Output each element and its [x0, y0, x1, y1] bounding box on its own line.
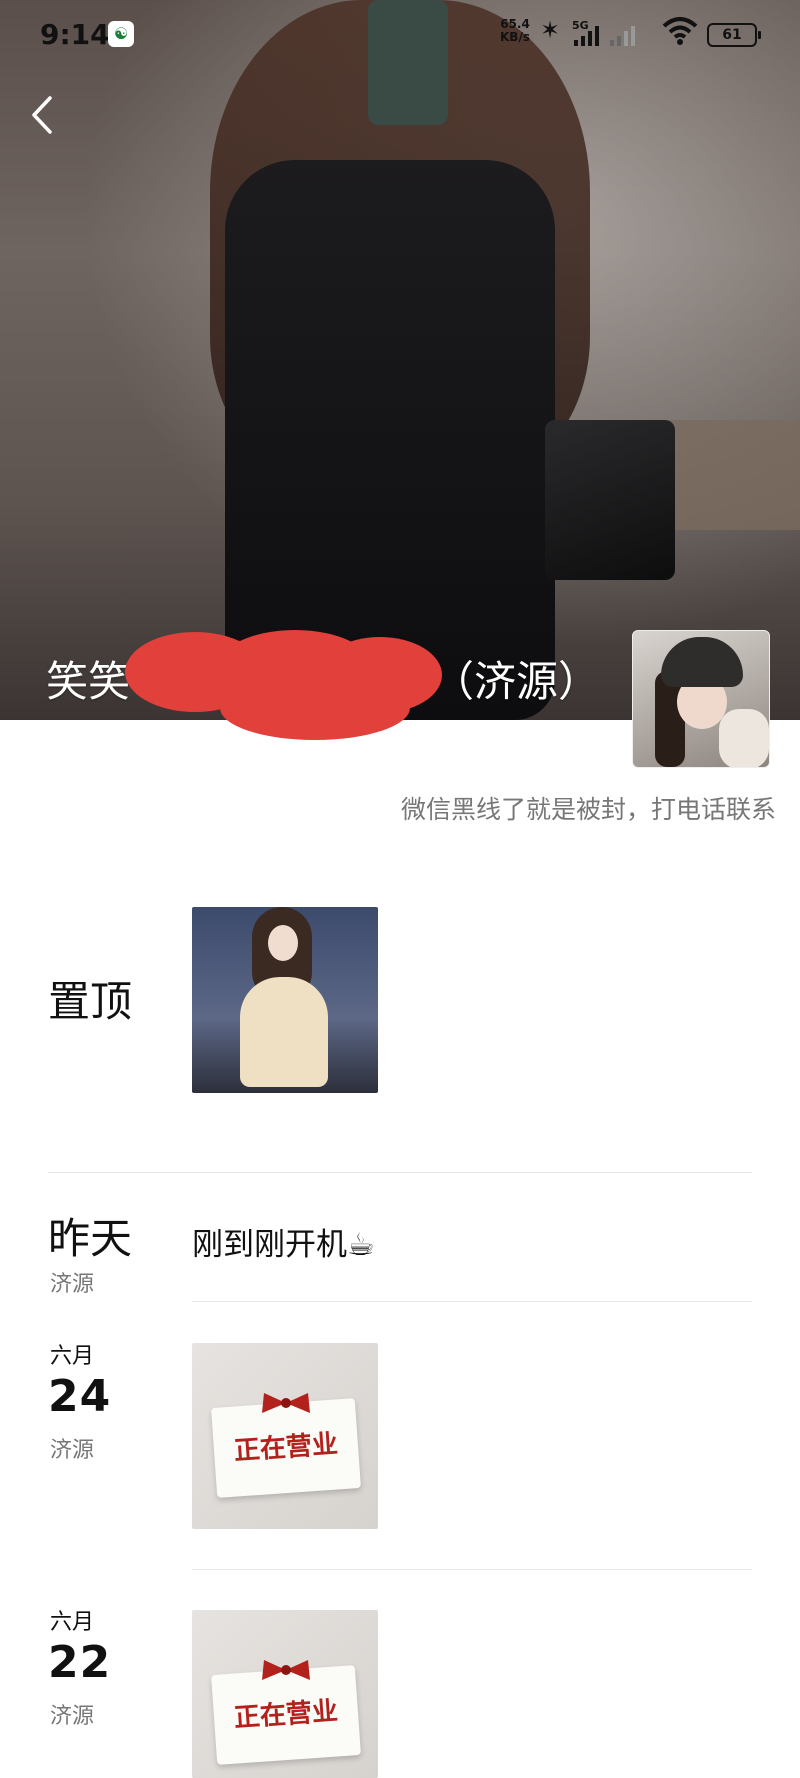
ribbon-bow-icon — [262, 1660, 310, 1680]
entry-day: 24 — [48, 1371, 112, 1422]
bluetooth-icon: ✶ — [540, 16, 561, 44]
section-divider — [48, 1172, 752, 1173]
redaction-mark — [125, 630, 442, 740]
post-image[interactable]: 正在营业 — [192, 1610, 378, 1778]
entry-date-title: 昨天 — [48, 1214, 133, 1263]
signal-icon: 5G — [572, 19, 635, 46]
entry-location: 济源 — [50, 1704, 95, 1729]
signal-label: 5G — [572, 19, 589, 32]
ribbon-bow-icon — [262, 1393, 310, 1413]
entry-divider — [192, 1569, 752, 1570]
app-notification-icon: ☯ — [108, 21, 134, 47]
profile-name: 笑笑 — [46, 657, 131, 706]
pinned-post-image[interactable] — [192, 907, 378, 1093]
entry-month: 六月 — [50, 1344, 95, 1369]
entry-month: 六月 — [50, 1610, 95, 1635]
profile-location: （济源） — [432, 657, 601, 706]
cover-photo[interactable] — [0, 0, 800, 720]
entry-location: 济源 — [50, 1272, 95, 1297]
battery-icon: 61 — [707, 23, 761, 47]
entry-divider — [192, 1301, 752, 1302]
net-speed: 65.4 KB/s — [500, 18, 530, 44]
back-icon[interactable] — [22, 90, 62, 140]
status-time: 9:14 — [40, 18, 110, 51]
battery-level: 61 — [722, 27, 742, 43]
post-text[interactable]: 刚到刚开机☕ — [192, 1219, 375, 1264]
cover-bag — [545, 420, 675, 580]
avatar[interactable] — [632, 630, 770, 768]
pinned-label: 置顶 — [48, 977, 133, 1026]
status-bar: 9:14 ☯ 65.4 KB/s ✶ 5G 61 — [0, 0, 800, 70]
entry-day: 22 — [48, 1637, 112, 1688]
entry-location: 济源 — [50, 1438, 95, 1463]
profile-signature: 微信黑线了就是被封，打电话联系 — [400, 795, 776, 824]
net-speed-unit: KB/s — [500, 30, 530, 44]
post-image[interactable]: 正在营业 — [192, 1343, 378, 1529]
wifi-icon — [662, 17, 698, 45]
